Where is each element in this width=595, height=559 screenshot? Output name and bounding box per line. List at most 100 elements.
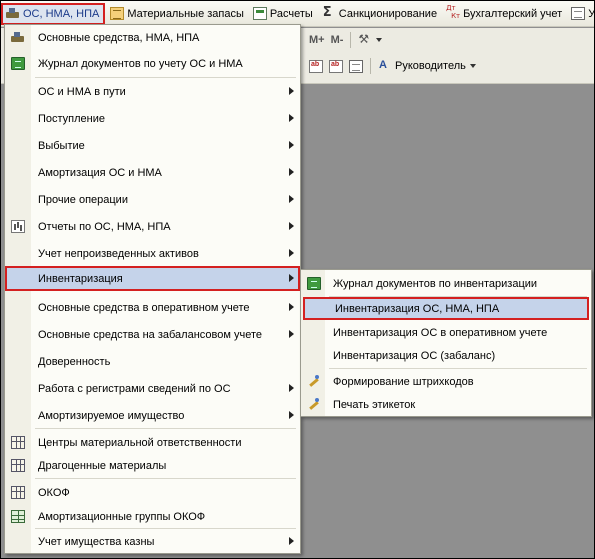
submenu-item-inventory-journal[interactable]: Журнал документов по инвентаризации: [301, 272, 591, 295]
toolbar-separator: [370, 58, 371, 74]
mminus-label: M-: [330, 34, 344, 46]
menu-item-label: Выбытие: [38, 139, 85, 152]
wrench-icon: [358, 32, 372, 47]
settings-button[interactable]: [355, 30, 385, 50]
menu-accounting[interactable]: Бухгалтерский учет: [443, 3, 566, 25]
menu-separator: [35, 77, 296, 78]
menu-item-label: Поступление: [38, 112, 106, 125]
memory-plus-button[interactable]: M+: [306, 30, 328, 50]
menu-item-nonproduced-assets[interactable]: Учет непроизведенных активов: [5, 241, 300, 266]
menu-separator: [35, 428, 296, 429]
menu-label: Бухгалтерский учет: [463, 7, 563, 20]
truck-icon: [11, 31, 25, 44]
menu-item-label: Основные средства, НМА, НПА: [38, 31, 200, 44]
journal-icon: [11, 57, 25, 70]
chevron-right-icon: [289, 141, 294, 149]
menu-label: Санкционирование: [338, 7, 438, 20]
wand-icon: [307, 398, 321, 411]
menu-item-label: Журнал документов по учету ОС и НМА: [38, 57, 243, 70]
menu-item-depreciation[interactable]: Амортизация ОС и НМА: [5, 160, 300, 185]
menu-item-inventory[interactable]: Инвентаризация: [5, 266, 300, 291]
menu-item-okof[interactable]: ОКОФ: [5, 480, 300, 505]
menu-item-okof-groups[interactable]: Амортизационные группы ОКОФ: [5, 504, 300, 529]
chevron-right-icon: [289, 303, 294, 311]
chevron-right-icon: [289, 274, 294, 282]
menu-item-responsibility-centers[interactable]: Центры материальной ответственности: [5, 430, 300, 455]
menu-item-operational-accounting[interactable]: Основные средства в оперативном учете: [5, 295, 300, 320]
toolbar-button-2[interactable]: [326, 56, 346, 76]
menu-item-label: Амортизационные группы ОКОФ: [38, 510, 206, 523]
menu-item-receipt[interactable]: Поступление: [5, 106, 300, 131]
debit-credit-icon: [446, 4, 460, 20]
menu-separator: [329, 368, 587, 369]
spellcheck-icon: [309, 59, 323, 73]
menu-item-reports[interactable]: Отчеты по ОС, НМА, НПА: [5, 214, 300, 239]
menu-label: Расчеты: [269, 7, 313, 20]
submenu-item-label: Печать этикеток: [333, 398, 416, 411]
menu-item-fixed-assets[interactable]: Основные средства, НМА, НПА: [5, 25, 300, 50]
menu-item-label: Прочие операции: [38, 193, 128, 206]
menu-item-power-of-attorney[interactable]: Доверенность: [5, 349, 300, 374]
menu-more[interactable]: Уч: [568, 3, 594, 25]
menu-item-label: Учет имущества казны: [38, 535, 155, 548]
menu-item-depreciable-property[interactable]: Амортизируемое имущество: [5, 403, 300, 428]
menu-item-registers[interactable]: Работа с регистрами сведений по ОС: [5, 376, 300, 401]
menu-item-label: Доверенность: [38, 355, 111, 368]
submenu-item-label: Журнал документов по инвентаризации: [333, 277, 538, 290]
chevron-right-icon: [289, 330, 294, 338]
mplus-label: M+: [309, 34, 325, 46]
memory-minus-button[interactable]: M-: [328, 30, 347, 50]
menu-calculations[interactable]: Расчеты: [250, 3, 317, 25]
grid-icon: [11, 510, 25, 523]
chevron-right-icon: [289, 249, 294, 257]
toolbar-button-3[interactable]: [346, 56, 366, 76]
menu-item-other-operations[interactable]: Прочие операции: [5, 187, 300, 212]
menu-item-label: ОКОФ: [38, 486, 70, 499]
submenu-item-barcodes[interactable]: Формирование штрихкодов: [301, 370, 591, 393]
menu-item-label: Основные средства в оперативном учете: [38, 301, 250, 314]
manager-icon: [378, 59, 392, 73]
toolbar-button-1[interactable]: [306, 56, 326, 76]
chevron-right-icon: [289, 537, 294, 545]
chevron-down-icon: [376, 38, 383, 42]
image-icon: [349, 59, 363, 73]
chevron-right-icon: [289, 195, 294, 203]
submenu-item-inventory-operational[interactable]: Инвентаризация ОС в оперативном учете: [301, 321, 591, 344]
submenu-item-label: Инвентаризация ОС (забаланс): [333, 349, 496, 362]
chevron-right-icon: [289, 411, 294, 419]
materials-icon: [110, 7, 125, 20]
menu-os-nma-npa[interactable]: ОС, НМА, НПА: [1, 2, 106, 25]
table-icon: [11, 486, 25, 499]
submenu-item-inventory-os-nma-npa[interactable]: Инвентаризация ОС, НМА, НПА: [303, 297, 589, 320]
menu-label: Материальные запасы: [127, 7, 244, 20]
journal-icon: [307, 277, 321, 290]
menu-item-in-transit[interactable]: ОС и НМА в пути: [5, 79, 300, 104]
manager-button[interactable]: Руководитель: [375, 56, 479, 76]
submenu-item-inventory-off-balance[interactable]: Инвентаризация ОС (забаланс): [301, 344, 591, 367]
os-nma-npa-menu: Основные средства, НМА, НПА Журнал докум…: [4, 24, 301, 554]
toolbar-separator: [350, 32, 352, 48]
submenu-item-label: Инвентаризация ОС, НМА, НПА: [335, 302, 500, 315]
submenu-item-label: Формирование штрихкодов: [333, 375, 474, 388]
menu-item-label: Драгоценные материалы: [38, 459, 167, 472]
chevron-right-icon: [289, 114, 294, 122]
submenu-item-print-labels[interactable]: Печать этикеток: [301, 393, 591, 416]
spellcheck-icon: [329, 59, 343, 73]
menu-item-disposal[interactable]: Выбытие: [5, 133, 300, 158]
menu-item-label: Отчеты по ОС, НМА, НПА: [38, 220, 171, 233]
menu-item-label: Центры материальной ответственности: [38, 436, 242, 449]
menu-item-journal[interactable]: Журнал документов по учету ОС и НМА: [5, 51, 300, 76]
calculations-icon: [252, 7, 267, 20]
menu-separator: [35, 478, 296, 479]
menu-item-treasury-property[interactable]: Учет имущества казны: [5, 529, 300, 554]
menu-materials[interactable]: Материальные запасы: [107, 3, 248, 25]
menu-item-label: Амортизируемое имущество: [38, 409, 185, 422]
menu-item-label: Основные средства на забалансовом учете: [38, 328, 262, 341]
menu-sanctioning[interactable]: Санкционирование: [319, 3, 441, 25]
menu-item-off-balance[interactable]: Основные средства на забалансовом учете: [5, 322, 300, 347]
document-icon: [571, 7, 586, 20]
menu-item-precious-materials[interactable]: Драгоценные материалы: [5, 453, 300, 478]
table-icon: [11, 459, 25, 472]
chevron-right-icon: [289, 384, 294, 392]
inventory-submenu: Журнал документов по инвентаризации Инве…: [300, 269, 592, 417]
